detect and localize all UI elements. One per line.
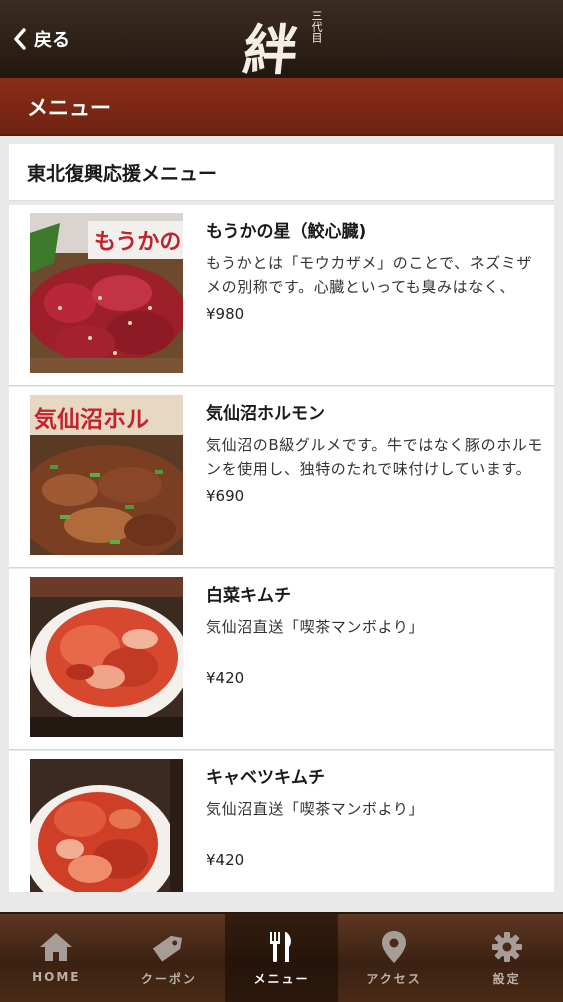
logo-subtext: 三代目: [310, 10, 323, 43]
menu-item[interactable]: キャベツキムチ 気仙沼直送「喫茶マンボより」 ¥420: [9, 751, 554, 892]
section-title: メニュー: [27, 96, 111, 120]
tab-access[interactable]: アクセス: [338, 914, 451, 1002]
thumb-caption: 気仙沼ホル: [34, 406, 149, 433]
item-name: もうかの星（鮫心臓): [206, 222, 367, 242]
item-description: 気仙沼直送「喫茶マンボより」: [206, 618, 425, 636]
section-bar: メニュー: [0, 78, 563, 136]
item-photo-cabbage-kimchi: [30, 759, 183, 892]
menu-item[interactable]: 気仙沼ホル 気仙沼ホルモン 気仙沼のB級グルメです。牛ではなく豚のホルモンを使用…: [9, 387, 554, 568]
logo: 絆 三代目: [240, 4, 330, 82]
tab-label: クーポン: [140, 972, 197, 986]
menu-item[interactable]: もうかの もうかの星（鮫心臓) もうかとは「モウカザメ」のことで、ネズミザメの別…: [9, 205, 554, 386]
back-button[interactable]: 戻る: [12, 22, 70, 56]
tab-coupon[interactable]: クーポン: [113, 914, 226, 1002]
tab-label: 設定: [492, 972, 521, 986]
item-photo-napa-kimchi: [30, 577, 183, 737]
item-price: ¥690: [206, 487, 245, 505]
item-name: 白菜キムチ: [206, 586, 291, 606]
item-photo-shark-heart: もうかの: [30, 213, 183, 373]
tab-bar: HOME クーポン メニュー アクセス 設定: [0, 912, 563, 1002]
tab-menu[interactable]: メニュー: [225, 914, 338, 1002]
gear-icon: [491, 932, 522, 962]
chevron-left-icon: [14, 28, 26, 50]
item-price: ¥980: [206, 305, 245, 323]
tab-label: アクセス: [366, 972, 422, 986]
top-bar: 戻る 絆 三代目: [0, 0, 563, 82]
item-price: ¥420: [206, 669, 245, 687]
item-description: 気仙沼直送「喫茶マンボより」: [206, 800, 425, 818]
menu-list: もうかの もうかの星（鮫心臓) もうかとは「モウカザメ」のことで、ネズミザメの別…: [9, 205, 554, 892]
map-pin-icon: [382, 931, 407, 963]
tab-label: メニュー: [253, 972, 310, 986]
logo-text: 絆: [240, 18, 299, 82]
category-title: 東北復興応援メニュー: [27, 162, 218, 185]
item-description: 気仙沼のB級グルメです。牛ではなく豚のホルモンを使用し、独特のたれで味付けしてい…: [206, 436, 543, 478]
fork-knife-icon: [270, 932, 292, 962]
category-header: 東北復興応援メニュー: [9, 144, 554, 201]
coupon-tag-icon: [152, 935, 182, 962]
item-photo-kesennuma-horumon: 気仙沼ホル: [30, 395, 183, 555]
thumb-caption: もうかの: [94, 229, 181, 255]
tab-settings[interactable]: 設定: [450, 914, 563, 1002]
tab-label: HOME: [32, 970, 81, 984]
tab-home[interactable]: HOME: [0, 914, 113, 1002]
item-name: キャベツキムチ: [206, 768, 325, 788]
back-label: 戻る: [34, 30, 70, 51]
menu-content[interactable]: 東北復興応援メニュー もうかの もうかの星（鮫心臓) もうかとは「モウカザメ」の…: [9, 144, 554, 892]
home-icon: [40, 933, 73, 961]
menu-item[interactable]: 白菜キムチ 気仙沼直送「喫茶マンボより」 ¥420: [9, 569, 554, 750]
item-description: もうかとは「モウカザメ」のことで、ネズミザメの別称です。心臓といっても臭みはなく…: [206, 254, 533, 296]
item-name: 気仙沼ホルモン: [206, 404, 325, 424]
item-price: ¥420: [206, 851, 245, 869]
